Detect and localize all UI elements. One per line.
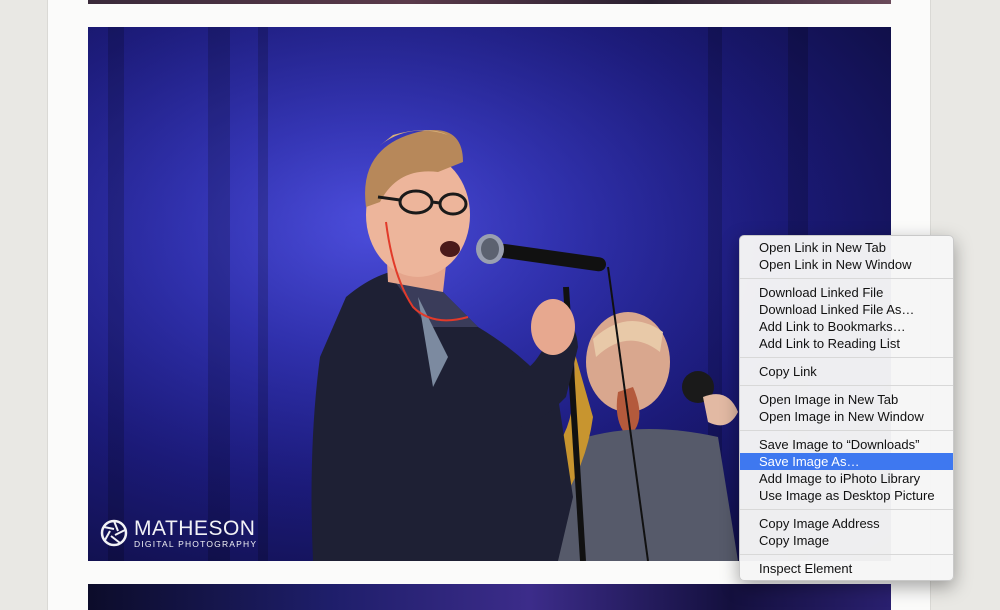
menu-item-inspect-element[interactable]: Inspect Element (740, 560, 953, 577)
camera-aperture-icon (100, 520, 128, 547)
menu-separator (740, 278, 953, 279)
menu-item-download-linked-file[interactable]: Download Linked File (740, 284, 953, 301)
menu-item-copy-image[interactable]: Copy Image (740, 532, 953, 549)
next-photo-strip[interactable] (88, 584, 891, 610)
previous-photo-strip[interactable] (88, 0, 891, 4)
menu-separator (740, 554, 953, 555)
menu-item-copy-link[interactable]: Copy Link (740, 363, 953, 380)
menu-item-add-link-to-bookmarks[interactable]: Add Link to Bookmarks… (740, 318, 953, 335)
menu-item-open-image-new-window[interactable]: Open Image in New Window (740, 408, 953, 425)
menu-item-open-link-new-window[interactable]: Open Link in New Window (740, 256, 953, 273)
menu-item-use-image-as-desktop[interactable]: Use Image as Desktop Picture (740, 487, 953, 504)
context-menu: Open Link in New Tab Open Link in New Wi… (739, 235, 954, 581)
menu-separator (740, 357, 953, 358)
menu-item-open-image-new-tab[interactable]: Open Image in New Tab (740, 391, 953, 408)
menu-item-save-image-as[interactable]: Save Image As… (740, 453, 953, 470)
watermark: MATHESON DIGITAL PHOTOGRAPHY (100, 518, 257, 549)
watermark-subtitle: DIGITAL PHOTOGRAPHY (134, 539, 258, 549)
watermark-name: MATHESON (134, 517, 256, 540)
menu-separator (740, 509, 953, 510)
menu-separator (740, 385, 953, 386)
menu-item-copy-image-address[interactable]: Copy Image Address (740, 515, 953, 532)
menu-item-open-link-new-tab[interactable]: Open Link in New Tab (740, 239, 953, 256)
menu-item-download-linked-file-as[interactable]: Download Linked File As… (740, 301, 953, 318)
menu-item-save-image-to-downloads[interactable]: Save Image to “Downloads” (740, 436, 953, 453)
menu-item-add-link-to-reading-list[interactable]: Add Link to Reading List (740, 335, 953, 352)
menu-item-add-image-to-iphoto[interactable]: Add Image to iPhoto Library (740, 470, 953, 487)
menu-separator (740, 430, 953, 431)
